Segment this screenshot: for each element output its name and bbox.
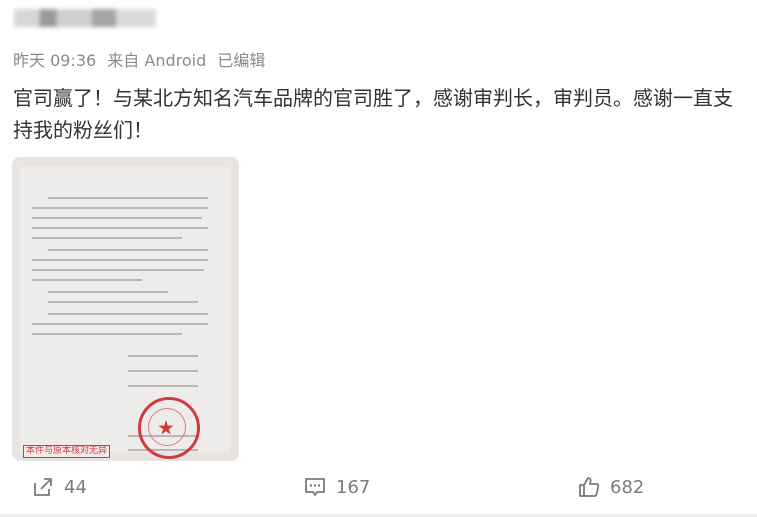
post-meta: 昨天 09:36 来自 Android 已编辑	[13, 47, 271, 71]
repost-button[interactable]: 44	[32, 476, 87, 498]
comment-button[interactable]: 167	[304, 476, 370, 498]
post-source: 来自 Android	[107, 51, 207, 70]
comment-bubble-icon	[305, 478, 325, 496]
post-text: 官司赢了！与某北方知名汽车品牌的官司胜了，感谢审判长，审判员。感谢一直支持我的粉…	[13, 86, 733, 142]
repost-count: 44	[64, 476, 87, 498]
post-time[interactable]: 昨天 09:36	[13, 51, 96, 70]
comment-count: 167	[336, 476, 371, 498]
like-button[interactable]: 682	[578, 476, 644, 498]
post-photo[interactable]: 本件与原本核对无异	[12, 157, 239, 461]
share-arrow-icon	[34, 478, 52, 496]
document-stamp: 本件与原本核对无异	[23, 445, 111, 458]
court-document: 本件与原本核对无异	[20, 167, 230, 459]
like-count: 682	[610, 476, 645, 498]
post-edited-label: 已编辑	[217, 51, 266, 70]
thumbs-up-icon	[579, 477, 600, 497]
blurred-username[interactable]	[14, 9, 156, 27]
